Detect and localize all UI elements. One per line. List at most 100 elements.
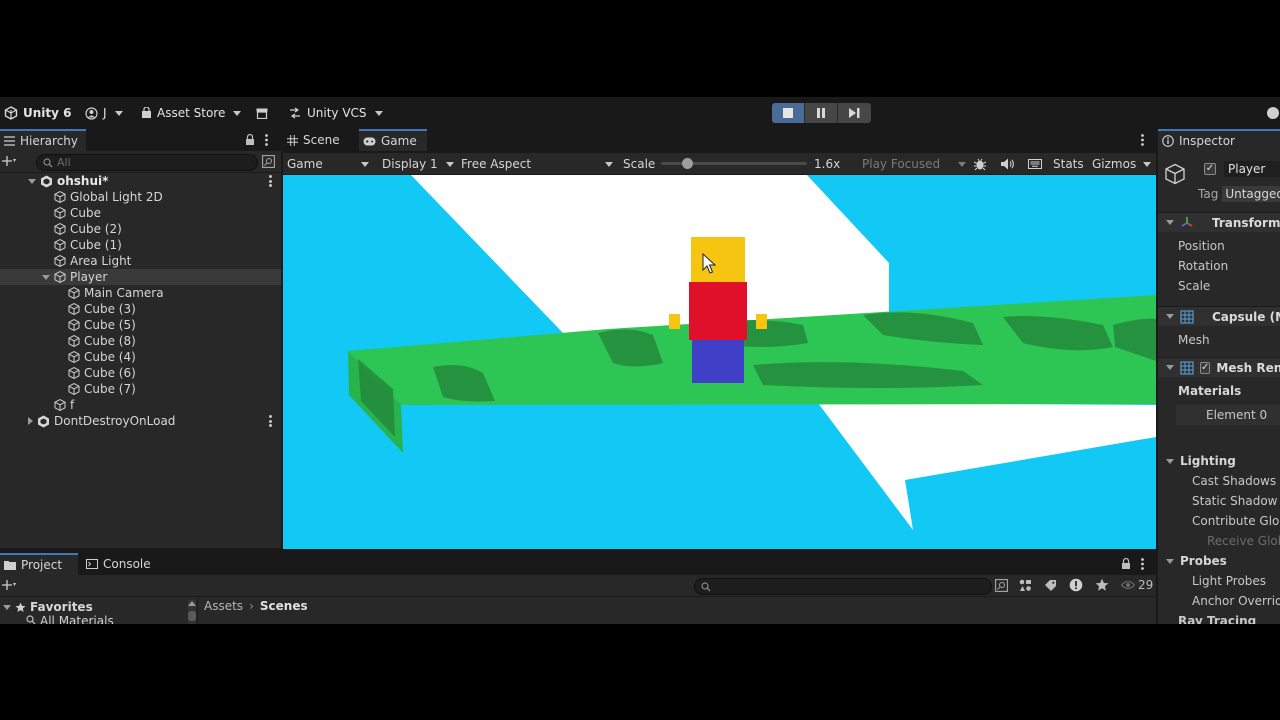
tab-inspector[interactable]: Inspector [1158,129,1280,151]
transform-header[interactable]: Transform [1158,212,1280,232]
gamepad-icon [363,137,376,146]
tree-item-global-light[interactable]: Global Light 2D [0,189,281,205]
fold-open-icon[interactable] [1166,365,1174,370]
unity-menu[interactable]: Unity 6 [4,104,72,122]
mesh-filter-header[interactable]: Capsule (M [1158,306,1280,326]
more-options-icon[interactable] [1141,134,1144,146]
tree-item-cube-8[interactable]: Cube (8) [0,333,281,349]
fold-open-icon[interactable] [1166,558,1174,564]
tree-item-f[interactable]: f [0,397,281,413]
tree-item-cube-6[interactable]: Cube (6) [0,365,281,381]
play-button[interactable] [772,103,805,123]
lock-icon[interactable] [1121,558,1131,570]
star-icon[interactable] [1095,578,1109,592]
stats-toggle[interactable]: Stats [1053,155,1084,173]
vcs-label: Unity VCS [307,106,367,120]
mute-toggle[interactable] [1001,155,1015,173]
aspect-dropdown[interactable]: Free Aspect [461,155,613,173]
hierarchy-search[interactable]: All [36,154,258,171]
tree-item-cube-3[interactable]: Cube (3) [0,301,281,317]
chevron-down-icon [1143,161,1152,167]
lock-icon[interactable] [245,134,255,146]
mesh-renderer-header[interactable]: ✓ Mesh Rend [1158,357,1280,377]
add-icon[interactable] [2,154,18,168]
search-filter-icon[interactable] [995,579,1008,592]
scale-slider-thumb[interactable] [681,158,693,169]
object-name-field[interactable]: Player [1224,161,1280,177]
folder-tree-scrollbar[interactable] [188,600,196,624]
keyboard-toggle[interactable] [1028,155,1042,173]
fold-open-icon[interactable] [1166,220,1174,225]
chevron-down-icon [114,110,123,116]
scene-row[interactable]: ohshui* [0,173,281,189]
tab-project[interactable]: Project [0,553,78,575]
breadcrumb-separator: › [249,599,254,613]
dont-destroy-row[interactable]: DontDestroyOnLoad [0,413,281,429]
display-dropdown[interactable]: Display 1 [382,155,454,173]
scale-slider[interactable] [661,158,807,169]
pause-button[interactable] [805,103,838,123]
tab-console[interactable]: Console [82,553,164,575]
player-right-hand [756,314,767,329]
game-scene-render [348,175,1156,530]
lighting-foldout[interactable]: Lighting [1158,451,1280,471]
element0-row[interactable]: Element 0 [1176,405,1280,425]
more-options-icon[interactable] [1141,558,1144,570]
step-button[interactable] [838,103,871,123]
breadcrumb-scenes[interactable]: Scenes [260,599,308,613]
game-mode-dropdown[interactable]: Game [287,155,369,173]
warning-filter-icon[interactable] [1069,578,1083,592]
tree-item-player[interactable]: Player [0,269,281,285]
cube-icon [54,399,66,411]
label-filter-icon[interactable] [1044,579,1057,592]
tree-item-cube-1[interactable]: Cube (1) [0,237,281,253]
tree-item-cube-4[interactable]: Cube (4) [0,349,281,365]
all-materials-row[interactable]: All Materials [26,615,114,624]
cube-icon [68,319,80,331]
active-checkbox[interactable]: ✓ [1204,163,1216,175]
account-dropdown[interactable]: J [85,104,123,122]
hidden-packages-toggle[interactable]: 29 [1121,578,1153,592]
tree-item-cube-2[interactable]: Cube (2) [0,221,281,237]
fold-open-icon[interactable] [3,604,11,610]
favorites-row[interactable]: Favorites [3,600,93,614]
materials-foldout[interactable]: Materials [1158,381,1280,401]
game-viewport[interactable] [283,175,1156,549]
dont-destroy-more-icon[interactable] [269,415,272,427]
chevron-down-icon [361,161,369,167]
gizmos-dropdown[interactable]: Gizmos [1092,155,1152,173]
tag-dropdown[interactable]: Untagged [1222,186,1280,202]
tab-game[interactable]: Game [359,129,427,151]
tree-item-cube[interactable]: Cube [0,205,281,221]
tree-item-cube-7[interactable]: Cube (7) [0,381,281,397]
hierarchy-search-input[interactable]: All [57,156,71,169]
tab-hierarchy[interactable]: Hierarchy [0,129,86,151]
breadcrumb-assets[interactable]: Assets [204,599,243,613]
project-search[interactable] [694,578,992,595]
asset-store-dropdown[interactable]: Asset Store [141,104,242,122]
packages-button[interactable] [256,104,268,122]
fold-open-icon[interactable] [42,274,50,280]
fold-open-icon[interactable] [1166,314,1174,319]
fold-open-icon[interactable] [28,178,36,184]
fold-closed-icon[interactable] [28,417,33,425]
tree-item-area-light[interactable]: Area Light [0,253,281,269]
type-filter-icon[interactable] [1019,579,1032,592]
bug-toggle[interactable] [973,155,987,173]
tab-scene[interactable]: Scene [283,129,355,151]
mesh-renderer-checkbox[interactable]: ✓ [1200,361,1211,374]
play-focused-label: Play Focused [862,157,941,171]
collab-icon[interactable] [1266,104,1280,122]
vcs-dropdown[interactable]: Unity VCS [288,104,383,122]
tree-item-cube-5[interactable]: Cube (5) [0,317,281,333]
fold-open-icon[interactable] [1166,458,1174,464]
tree-item-main-camera[interactable]: Main Camera [0,285,281,301]
search-options-icon[interactable] [262,155,275,168]
ray-tracing-foldout[interactable]: Ray Tracing [1158,611,1280,624]
light-probes-label: Light Probes [1192,574,1267,588]
play-focused-dropdown[interactable]: Play Focused [862,155,966,173]
more-options-icon[interactable] [265,134,268,146]
add-icon[interactable] [2,578,18,592]
scene-more-icon[interactable] [269,175,272,187]
probes-foldout[interactable]: Probes [1158,551,1280,571]
